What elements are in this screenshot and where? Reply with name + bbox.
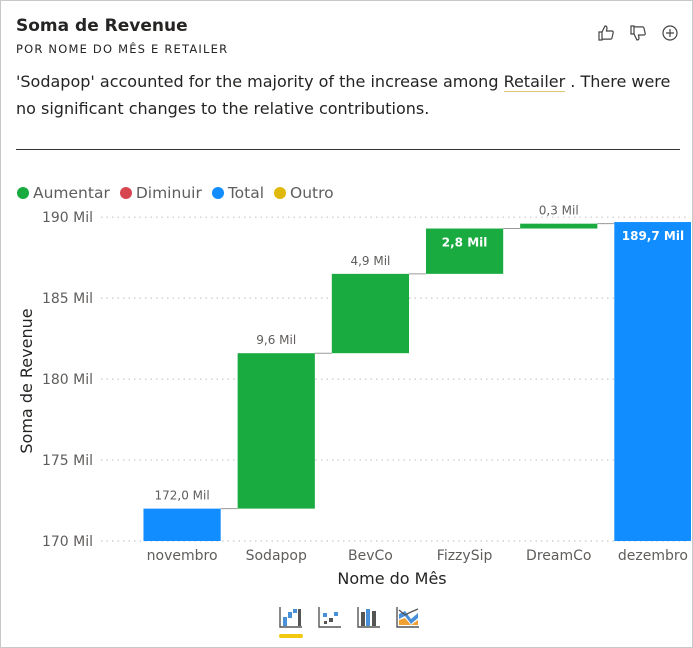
y-tick-label: 175 Mil xyxy=(42,453,93,469)
chart-legend: Aumentar Diminuir Total Outro xyxy=(17,184,334,202)
y-tick-label: 170 Mil xyxy=(42,534,93,550)
x-tick-label: BevCo xyxy=(348,548,393,564)
bar-dreamco xyxy=(520,223,598,229)
y-axis-title: Soma de Revenue xyxy=(17,308,36,453)
thumbs-down-icon[interactable] xyxy=(628,23,648,43)
divider xyxy=(16,149,680,150)
card-actions xyxy=(596,23,680,43)
bar-bevco xyxy=(331,273,410,354)
data-label: 4,9 Mil xyxy=(350,254,390,268)
insight-text-before: 'Sodapop' accounted for the majority of … xyxy=(16,72,504,91)
column-chart-icon[interactable] xyxy=(356,604,382,630)
waterfall-chart: 170 Mil 175 Mil 180 Mil 185 Mil 190 Mil Soma … xyxy=(17,204,691,588)
legend-label: Outro xyxy=(290,184,334,202)
data-label: 172,0 Mil xyxy=(154,489,209,503)
legend-item-outro[interactable]: Outro xyxy=(274,184,334,202)
legend-item-aumentar[interactable]: Aumentar xyxy=(17,184,110,202)
data-label: 9,6 Mil xyxy=(256,333,296,347)
legend-item-total[interactable]: Total xyxy=(211,184,265,202)
bar-novembro xyxy=(143,508,221,541)
legend-item-diminuir[interactable]: Diminuir xyxy=(119,184,202,202)
insight-card: Soma de Revenue POR NOME DO MÊS E RETAIL… xyxy=(0,0,693,648)
x-tick-label: DreamCo xyxy=(526,548,591,564)
legend-swatch xyxy=(17,187,29,199)
x-tick-label: novembro xyxy=(147,548,218,564)
y-tick-label: 180 Mil xyxy=(42,372,93,388)
x-axis-title: Nome do Mês xyxy=(337,569,446,588)
card-title: Soma de Revenue xyxy=(16,16,188,36)
bar-dezembro xyxy=(614,222,691,542)
legend-swatch xyxy=(119,187,132,199)
data-label: 2,8 Mil xyxy=(442,236,488,250)
insight-text: 'Sodapop' accounted for the majority of … xyxy=(16,68,676,122)
data-label: 189,7 Mil xyxy=(622,229,684,243)
x-tick-label: dezembro xyxy=(618,548,688,564)
bar-sodapop xyxy=(237,353,315,509)
scatter-chart-icon[interactable] xyxy=(317,604,343,630)
card-subtitle: POR NOME DO MÊS E RETAILER xyxy=(16,42,229,56)
legend-label: Diminuir xyxy=(135,184,202,202)
x-tick-label: Sodapop xyxy=(246,548,307,564)
legend-swatch xyxy=(211,187,224,199)
legend-swatch xyxy=(274,187,287,199)
add-icon[interactable] xyxy=(660,23,680,43)
visual-switcher xyxy=(278,604,421,638)
waterfall-chart-icon[interactable] xyxy=(278,604,304,638)
legend-label: Total xyxy=(227,184,265,202)
retailer-link[interactable]: Retailer xyxy=(503,72,566,92)
x-tick-label: FizzySip xyxy=(437,548,493,564)
thumbs-up-icon[interactable] xyxy=(596,23,616,43)
y-tick-label: 185 Mil xyxy=(42,291,93,307)
data-label: 0,3 Mil xyxy=(539,204,579,218)
y-tick-label: 190 Mil xyxy=(42,210,93,226)
ribbon-chart-icon[interactable] xyxy=(395,604,421,630)
legend-label: Aumentar xyxy=(33,184,110,202)
